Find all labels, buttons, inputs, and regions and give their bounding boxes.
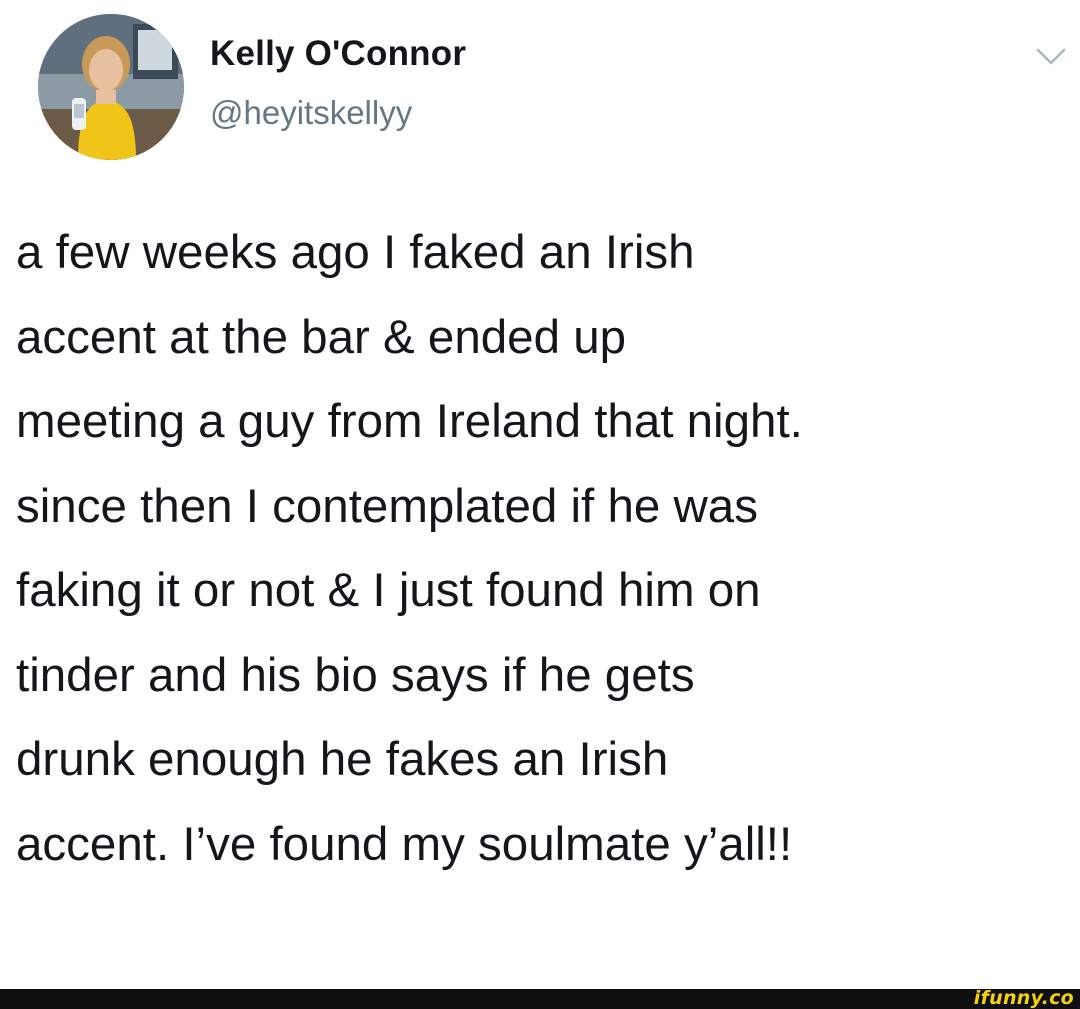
author-avatar[interactable]: [38, 14, 184, 160]
tweet-text-line: faking it or not & I just found him on: [16, 564, 761, 617]
tweet-text-line: since then I contemplated if he was: [16, 479, 758, 533]
author-display-name[interactable]: Kelly O'Connor: [210, 34, 466, 74]
tweet-text-line: drunk enough he fakes an Irish: [16, 733, 669, 786]
author-handle[interactable]: @heyitskellyy: [210, 94, 412, 132]
tweet-header: Kelly O'Connor @heyitskellyy: [38, 14, 1068, 164]
tweet-text: a few weeks ago I faked an Irish accent …: [16, 211, 1076, 887]
chevron-down-icon[interactable]: [1034, 42, 1068, 72]
tweet-text-line: accent. I’ve found my soulmate y’all!!: [16, 817, 793, 871]
tweet-text-line: a few weeks ago I faked an Irish: [16, 226, 695, 279]
avatar-photo: [38, 14, 184, 160]
tweet-text-line: meeting a guy from Ireland that night.: [16, 395, 803, 448]
ifunny-watermark: ifunny.co: [973, 987, 1074, 1009]
tweet-text-line: tinder and his bio says if he gets: [16, 648, 695, 702]
tweet-text-line: accent at the bar & ended up: [16, 310, 627, 364]
watermark-bar: ifunny.co: [0, 987, 1080, 1009]
